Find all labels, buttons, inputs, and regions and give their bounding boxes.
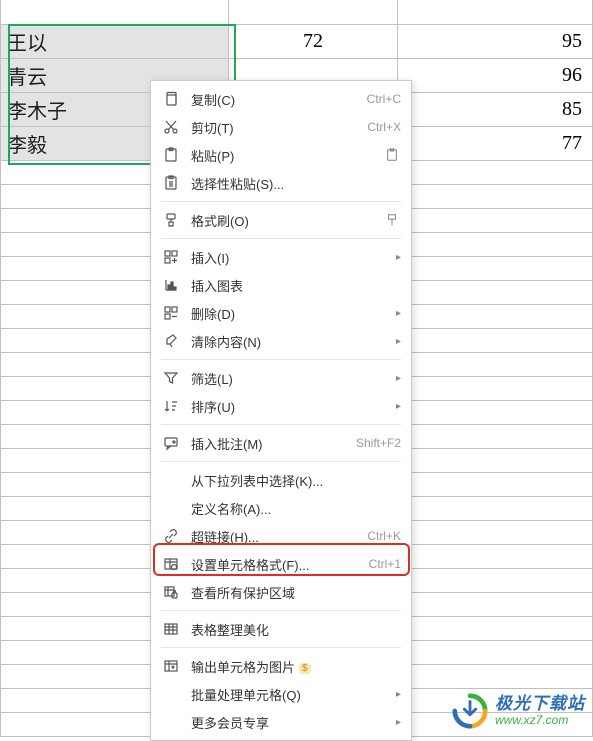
menu-label: 排序(U): [191, 397, 390, 416]
watermark-logo-icon: [451, 692, 489, 730]
menu-label: 表格整理美化: [191, 620, 401, 639]
menu-separator: [161, 461, 401, 462]
menu-copy[interactable]: 复制(C) Ctrl+C: [151, 85, 411, 113]
cell[interactable]: 77: [398, 126, 593, 160]
submenu-arrow-icon: ▸: [396, 373, 401, 384]
watermark: 极光下载站 www.xz7.com: [451, 692, 585, 730]
paste-icon: [161, 145, 181, 165]
vip-badge: $: [299, 663, 311, 674]
menu-insert-comment[interactable]: 插入批注(M) Shift+F2: [151, 429, 411, 457]
menu-separator: [161, 424, 401, 425]
submenu-arrow-icon: ▸: [396, 252, 401, 263]
menu-label: 复制(C): [191, 90, 359, 109]
menu-label: 超链接(H)...: [191, 527, 359, 546]
chart-icon: [161, 275, 181, 295]
clear-icon: [161, 331, 181, 351]
copy-icon: [161, 89, 181, 109]
menu-hyperlink[interactable]: 超链接(H)... Ctrl+K: [151, 522, 411, 550]
brush-aux-icon: [383, 211, 401, 229]
menu-label: 插入批注(M): [191, 434, 348, 453]
menu-insert[interactable]: 插入(I) ▸: [151, 243, 411, 271]
cell[interactable]: 96: [398, 58, 593, 92]
context-menu: 复制(C) Ctrl+C 剪切(T) Ctrl+X 粘贴(P) 选择性粘贴(S)…: [150, 80, 412, 741]
submenu-arrow-icon: ▸: [396, 308, 401, 319]
menu-label: 插入(I): [191, 248, 390, 267]
format-cells-icon: [161, 554, 181, 574]
menu-sort[interactable]: 排序(U) ▸: [151, 392, 411, 420]
menu-label: 批量处理单元格(Q): [191, 685, 390, 704]
menu-label: 剪切(T): [191, 118, 359, 137]
menu-shortcut: Shift+F2: [356, 436, 401, 450]
menu-label: 输出单元格为图片$: [191, 657, 401, 676]
export-img-icon: [161, 656, 181, 676]
menu-protected[interactable]: 查看所有保护区域: [151, 578, 411, 606]
menu-separator: [161, 647, 401, 648]
beautify-icon: [161, 619, 181, 639]
cell[interactable]: 85: [398, 92, 593, 126]
format-painter-icon: [161, 210, 181, 230]
menu-format-painter[interactable]: 格式刷(O): [151, 206, 411, 234]
menu-shortcut: Ctrl+K: [367, 529, 401, 543]
filter-icon: [161, 368, 181, 388]
cell[interactable]: 王以: [1, 24, 229, 58]
menu-cut[interactable]: 剪切(T) Ctrl+X: [151, 113, 411, 141]
menu-beautify[interactable]: 表格整理美化: [151, 615, 411, 643]
menu-label: 插入图表: [191, 276, 401, 295]
submenu-arrow-icon: ▸: [396, 336, 401, 347]
menu-separator: [161, 201, 401, 202]
menu-dropdown-list[interactable]: 从下拉列表中选择(K)...: [151, 466, 411, 494]
hyperlink-icon: [161, 526, 181, 546]
menu-separator: [161, 359, 401, 360]
menu-label: 查看所有保护区域: [191, 583, 401, 602]
cut-icon: [161, 117, 181, 137]
paste-special-icon: [161, 173, 181, 193]
menu-paste[interactable]: 粘贴(P): [151, 141, 411, 169]
insert-icon: [161, 247, 181, 267]
menu-separator: [161, 610, 401, 611]
watermark-url: www.xz7.com: [495, 714, 585, 727]
menu-label: 格式刷(O): [191, 211, 383, 230]
cell[interactable]: 72: [228, 24, 398, 58]
submenu-arrow-icon: ▸: [396, 689, 401, 700]
submenu-arrow-icon: ▸: [396, 401, 401, 412]
delete-icon: [161, 303, 181, 323]
menu-separator: [161, 238, 401, 239]
menu-shortcut: Ctrl+1: [369, 557, 401, 571]
submenu-arrow-icon: ▸: [396, 717, 401, 728]
menu-insert-chart[interactable]: 插入图表: [151, 271, 411, 299]
menu-batch[interactable]: 批量处理单元格(Q) ▸: [151, 680, 411, 708]
menu-format-cells[interactable]: 设置单元格格式(F)... Ctrl+1: [151, 550, 411, 578]
menu-shortcut: Ctrl+X: [367, 120, 401, 134]
menu-label: 粘贴(P): [191, 146, 383, 165]
menu-label: 从下拉列表中选择(K)...: [191, 471, 401, 490]
cell[interactable]: 95: [398, 24, 593, 58]
menu-label: 更多会员专享: [191, 713, 390, 732]
menu-label: 设置单元格格式(F)...: [191, 555, 361, 574]
menu-label: 选择性粘贴(S)...: [191, 174, 401, 193]
table-row: 王以 72 95: [1, 24, 593, 58]
menu-label: 删除(D): [191, 304, 390, 323]
comment-icon: [161, 433, 181, 453]
clipboard-aux-icon: [383, 146, 401, 164]
menu-label: 定义名称(A)...: [191, 499, 401, 518]
protected-icon: [161, 582, 181, 602]
menu-delete[interactable]: 删除(D) ▸: [151, 299, 411, 327]
menu-paste-special[interactable]: 选择性粘贴(S)...: [151, 169, 411, 197]
menu-clear[interactable]: 清除内容(N) ▸: [151, 327, 411, 355]
menu-define-name[interactable]: 定义名称(A)...: [151, 494, 411, 522]
menu-shortcut: Ctrl+C: [367, 92, 401, 106]
menu-label: 清除内容(N): [191, 332, 390, 351]
menu-label: 筛选(L): [191, 369, 390, 388]
watermark-title: 极光下载站: [495, 695, 585, 714]
menu-export-img[interactable]: 输出单元格为图片$: [151, 652, 411, 680]
sort-icon: [161, 396, 181, 416]
menu-more-vip[interactable]: 更多会员专享 ▸: [151, 708, 411, 736]
menu-filter[interactable]: 筛选(L) ▸: [151, 364, 411, 392]
